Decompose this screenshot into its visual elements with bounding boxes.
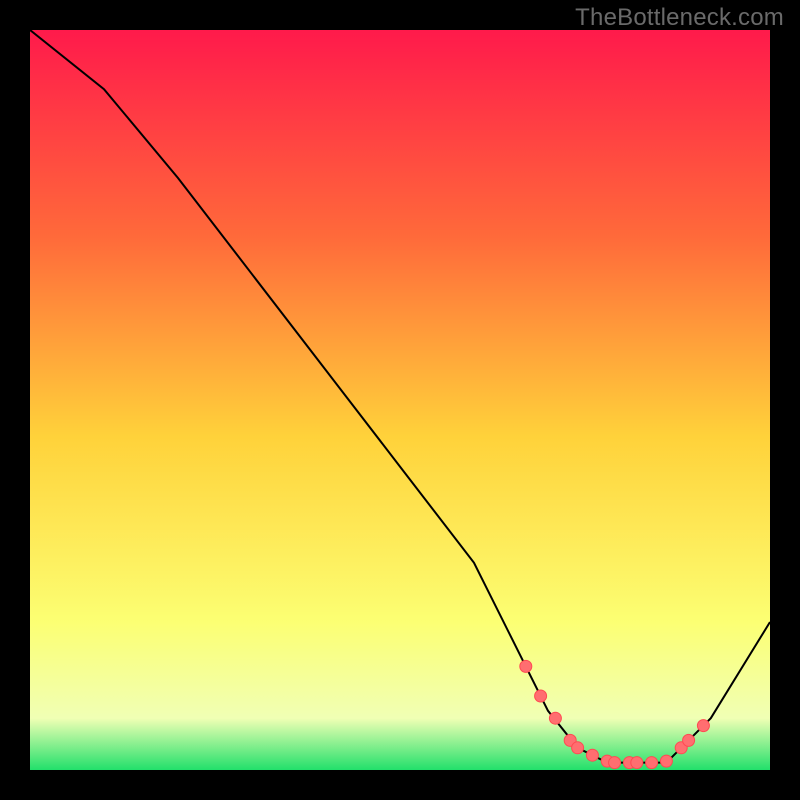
curve-point [535,690,547,702]
curve-point [631,757,643,769]
chart-container: TheBottleneck.com [0,0,800,800]
curve-point [572,742,584,754]
bottleneck-curve-chart [30,30,770,770]
curve-point [586,749,598,761]
curve-point [660,755,672,767]
watermark-label: TheBottleneck.com [575,4,784,32]
curve-point [646,757,658,769]
curve-point [520,660,532,672]
heatmap-background [30,30,770,770]
curve-point [549,712,561,724]
curve-point [697,720,709,732]
curve-point [683,734,695,746]
curve-point [609,757,621,769]
plot-area [30,30,770,770]
